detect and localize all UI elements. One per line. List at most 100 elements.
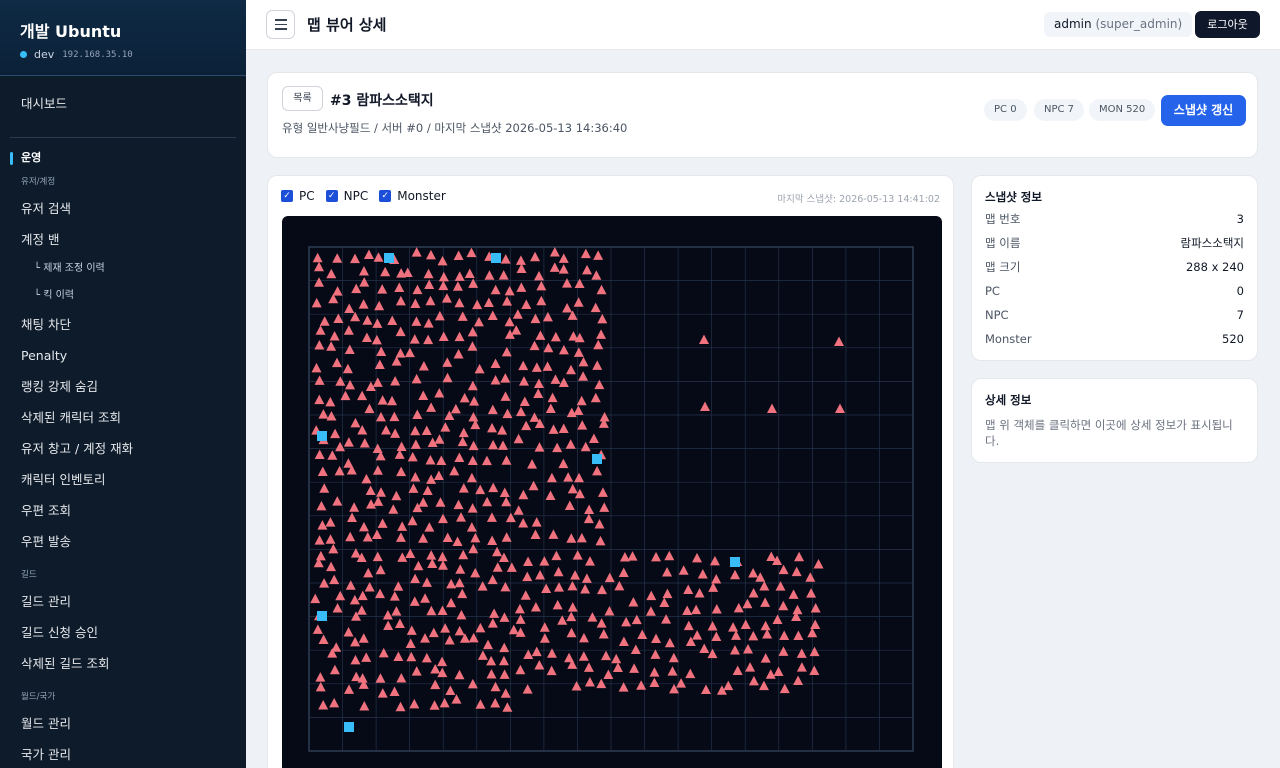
sidebar-item-deleted-character[interactable]: 삭제된 캐릭터 조회 [10,402,236,433]
monster-marker[interactable] [454,669,465,680]
monster-marker[interactable] [359,277,370,287]
monster-marker[interactable] [445,685,456,695]
monster-marker[interactable] [438,280,449,291]
monster-marker[interactable] [682,605,693,615]
monster-marker[interactable] [566,627,577,638]
monster-marker[interactable] [396,466,407,477]
monster-marker[interactable] [527,459,538,469]
monster-marker[interactable] [489,608,500,618]
monster-marker[interactable] [499,487,510,497]
monster-marker[interactable] [733,602,744,613]
monster-marker[interactable] [335,376,346,386]
monster-marker[interactable] [500,688,511,698]
monster-marker[interactable] [377,688,388,698]
monster-marker[interactable] [683,620,694,631]
monster-marker[interactable] [411,373,422,384]
monster-marker[interactable] [599,502,610,512]
monster-marker[interactable] [518,360,529,371]
monster-marker[interactable] [664,550,675,561]
monster-marker[interactable] [361,473,372,484]
monster-marker[interactable] [611,653,622,664]
monster-marker[interactable] [389,591,400,601]
monster-marker[interactable] [775,581,786,591]
monster-marker[interactable] [533,378,544,389]
monster-marker[interactable] [402,267,413,278]
monster-marker[interactable] [405,548,416,558]
monster-marker[interactable] [315,672,326,682]
monster-marker[interactable] [362,531,373,542]
monster-marker[interactable] [631,614,642,625]
monster-marker[interactable] [596,329,607,339]
monster-marker[interactable] [649,677,660,688]
monster-marker[interactable] [501,496,512,507]
refresh-snapshot-button[interactable]: 스냅샷 갱신 [1161,95,1246,126]
monster-marker[interactable] [791,566,802,577]
monster-marker[interactable] [418,390,429,400]
monster-marker[interactable] [329,331,340,341]
monster-marker[interactable] [765,669,776,679]
monster-marker[interactable] [452,281,463,291]
monster-marker[interactable] [425,295,436,306]
monster-marker[interactable] [580,248,591,259]
monster-marker[interactable] [561,278,572,288]
monster-marker[interactable] [358,633,369,643]
monster-marker[interactable] [470,532,481,543]
monster-marker[interactable] [571,680,582,691]
monster-marker[interactable] [522,684,533,694]
monster-marker[interactable] [760,653,771,663]
sidebar-item-dashboard[interactable]: 대시보드 [10,76,236,132]
monster-marker[interactable] [387,315,398,326]
monster-marker[interactable] [490,375,501,385]
monster-marker[interactable] [423,318,434,328]
monster-marker[interactable] [521,299,532,309]
monster-marker[interactable] [539,633,550,643]
monster-marker[interactable] [481,455,492,466]
monster-marker[interactable] [483,297,494,307]
monster-marker[interactable] [573,297,584,307]
monster-marker[interactable] [343,627,354,637]
monster-marker[interactable] [358,299,369,309]
monster-marker[interactable] [572,550,583,560]
monster-marker[interactable] [486,512,497,522]
monster-marker[interactable] [630,644,641,654]
monster-marker[interactable] [788,589,799,599]
monster-marker[interactable] [395,701,406,712]
monster-marker[interactable] [486,655,497,666]
monster-marker[interactable] [383,620,394,631]
npc-marker[interactable] [491,253,501,263]
monster-marker[interactable] [454,271,465,281]
pc-filter-checkbox[interactable]: ✓ PC [281,189,315,203]
monster-marker[interactable] [793,630,804,640]
monster-marker[interactable] [590,302,601,313]
monster-marker[interactable] [381,424,392,435]
monster-marker[interactable] [731,630,742,640]
monster-marker[interactable] [426,550,437,560]
monster-marker[interactable] [395,348,406,358]
monster-marker[interactable] [637,629,648,640]
monster-marker[interactable] [409,334,420,344]
monster-marker[interactable] [629,663,640,673]
monster-marker[interactable] [357,590,368,601]
monster-marker[interactable] [438,271,449,282]
monster-marker[interactable] [596,618,607,628]
monster-marker[interactable] [518,517,529,528]
monster-marker[interactable] [371,334,382,345]
monster-marker[interactable] [428,627,439,638]
monster-marker[interactable] [314,449,325,459]
monster-marker[interactable] [487,618,498,628]
monster-marker[interactable] [593,339,604,350]
monster-marker[interactable] [456,512,467,522]
monster-marker[interactable] [796,648,807,658]
monster-marker[interactable] [530,313,541,324]
monster-marker[interactable] [430,679,441,690]
monster-marker[interactable] [574,472,585,483]
monster-marker[interactable] [418,533,429,543]
monster-marker[interactable] [748,588,759,598]
monster-marker[interactable] [759,581,770,591]
monster-marker[interactable] [396,441,407,452]
monster-marker[interactable] [466,247,477,258]
monster-marker[interactable] [420,593,431,603]
monster-marker[interactable] [446,578,457,589]
monster-marker[interactable] [409,596,420,606]
sidebar-item-guild-approve[interactable]: 길드 신청 승인 [10,617,236,648]
